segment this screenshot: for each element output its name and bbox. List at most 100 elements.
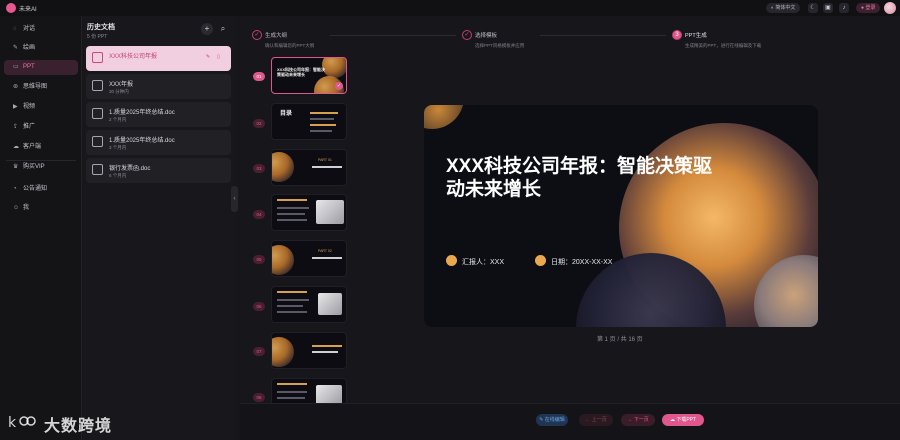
history-item[interactable]: XXX年报 30 分钟内 [86, 74, 231, 99]
watermark-logo: k [8, 415, 36, 431]
slide-number: 08 [253, 393, 265, 402]
collapse-panel-handle[interactable]: ‹ [231, 186, 238, 212]
app-logo[interactable] [6, 3, 16, 13]
thumb-photo [316, 385, 342, 405]
nav-divider [6, 160, 76, 161]
reporter-label: 汇报人：XXX [462, 259, 505, 266]
mindmap-icon: ⊛ [13, 84, 19, 90]
nav-item-drawing[interactable]: ✎ 绘画 [4, 41, 78, 56]
history-item[interactable]: 银行发票函.doc 6 个月内 [86, 158, 231, 183]
thumb-heading [277, 291, 307, 293]
date-label: 日期：20XX-XX-XX [551, 259, 613, 266]
app-name: 未来AI [19, 7, 37, 13]
step-3-title: PPT生成 [685, 33, 707, 39]
nav-item-mindmap[interactable]: ⊛ 思维导图 [4, 80, 78, 95]
edit-icon[interactable]: ✎ [206, 54, 212, 60]
presentation-icon [92, 108, 103, 119]
history-item[interactable]: 1.质量2025年终总结.doc 2 个月内 [86, 102, 231, 127]
thumb-line [312, 257, 342, 259]
left-nav: ◌ 对话 ✎ 绘画 ▭ PPT ⊛ 思维导图 ▶ 视频 ⇪ 推广 ☁ 客户端 ♛ 购买VIP ◔… [0, 16, 82, 440]
slide-number: 07 [253, 347, 265, 356]
toc-line [310, 112, 338, 114]
notification-bell-icon[interactable]: ♪ [839, 3, 849, 13]
thumb-title: 目录 [280, 111, 293, 117]
theme-toggle-icon[interactable]: ☾ [808, 3, 818, 13]
step-1-indicator: ✓ [252, 30, 262, 40]
presentation-icon [92, 136, 103, 147]
slide-preview[interactable]: XXX科技公司年报：智能决策驱动未来增长 汇报人：XXX 日期：20XX-XX-… [424, 105, 818, 327]
slide-thumbnail-5[interactable]: PART 02 [271, 240, 347, 277]
decorative-sphere [424, 105, 464, 129]
slide-title: XXX科技公司年报：智能决策驱动未来增长 [446, 156, 713, 200]
history-item-name: 银行发票函.doc [109, 166, 151, 172]
slide-thumbnail-4[interactable] [271, 194, 347, 231]
toc-line [310, 130, 332, 132]
slide-number: 04 [253, 210, 265, 219]
presentation-icon [92, 52, 103, 63]
nav-item-me[interactable]: ☺ 我 [4, 201, 78, 216]
history-item-name: 1.质量2025年终总结.doc [109, 110, 175, 116]
history-item-name: 1.质量2025年终总结.doc [109, 138, 175, 144]
step-connector [540, 35, 666, 36]
thumb-line [277, 397, 305, 399]
nav-item-video[interactable]: ▶ 视频 [4, 100, 78, 115]
history-item-time: 6 个月内 [109, 173, 127, 178]
crown-icon: ♛ [13, 164, 19, 170]
next-page-button[interactable]: → 下一页 [621, 414, 655, 426]
presentation-icon [92, 164, 103, 175]
thumb-photo [316, 200, 344, 224]
slide-thumbnail-1[interactable]: XXX科技公司年报：智能决策驱动未来增长 ✓ [271, 57, 347, 94]
prev-page-button[interactable]: ← 上一页 [579, 414, 613, 426]
thumb-part: PART 01 [318, 158, 332, 162]
svg-text:k: k [8, 415, 17, 431]
history-item-name: XXX科技公司年报 [109, 54, 158, 60]
slide-number: 02 [253, 119, 265, 128]
decorative-sphere [272, 245, 294, 275]
nav-item-promote[interactable]: ⇪ 推广 [4, 120, 78, 135]
video-icon: ▶ [13, 104, 18, 110]
thumb-heading [277, 383, 307, 385]
thumb-line [277, 219, 307, 221]
user-icon: ☺ [13, 205, 20, 211]
slide-thumbnail-6[interactable] [271, 286, 347, 323]
step-2-title: 选择模板 [475, 33, 498, 39]
step-1-title: 生成大纲 [265, 33, 288, 39]
bottom-toolbar: ✎ 在线编辑 ← 上一页 → 下一页 ☁ 下载PPT [240, 403, 900, 440]
search-button[interactable]: ⌕ [217, 23, 229, 35]
chevron-left-icon: ‹ [233, 196, 236, 202]
thumb-line [312, 345, 342, 347]
slide-number: 06 [253, 302, 265, 311]
add-document-button[interactable]: + [201, 23, 213, 35]
download-ppt-button[interactable]: ☁ 下载PPT [662, 414, 704, 426]
history-item-time: 30 分钟内 [109, 89, 129, 94]
step-1-subtitle: 确认和编辑您的PPT大纲 [265, 43, 315, 48]
history-count: 5 份 PPT [87, 34, 108, 40]
language-switch[interactable]: ◐ 简体中文 [766, 3, 801, 13]
slide-thumbnail-7[interactable] [271, 332, 347, 369]
history-item-time: 3 个月内 [109, 145, 127, 150]
login-button[interactable]: ● 登录 [856, 3, 881, 13]
avatar[interactable] [884, 2, 896, 14]
slide-number: 03 [253, 164, 265, 173]
edit-online-button[interactable]: ✎ 在线编辑 [536, 414, 568, 426]
thumb-line [277, 213, 305, 215]
history-item[interactable]: 1.质量2025年终总结.doc 3 个月内 [86, 130, 231, 155]
history-item-name: XXX年报 [109, 82, 134, 88]
watermark-text: 大数跨境 [44, 418, 113, 435]
nav-item-chat[interactable]: ◌ 对话 [4, 22, 78, 37]
history-item-time: 2 个月内 [109, 117, 127, 122]
step-connector [330, 35, 456, 36]
slide-thumbnail-3[interactable]: PART 01 [271, 149, 347, 186]
message-icon[interactable]: ▣ [823, 3, 833, 13]
brush-icon: ✎ [13, 45, 19, 51]
delete-icon[interactable]: ▯ [217, 54, 223, 60]
bell-icon: ◔ [13, 186, 17, 192]
nav-item-ppt[interactable]: ▭ PPT [4, 60, 78, 75]
nav-item-client[interactable]: ☁ 客户端 [4, 140, 78, 155]
thumb-line [277, 305, 303, 307]
check-icon: ✓ [335, 82, 343, 90]
nav-item-notice[interactable]: ◔ 公告通知 [4, 182, 78, 197]
slide-thumbnail-2[interactable]: 目录 [271, 103, 347, 140]
history-item[interactable]: XXX科技公司年报 ✎ ▯ [86, 46, 231, 71]
nav-item-vip[interactable]: ♛ 购买VIP [4, 160, 78, 175]
